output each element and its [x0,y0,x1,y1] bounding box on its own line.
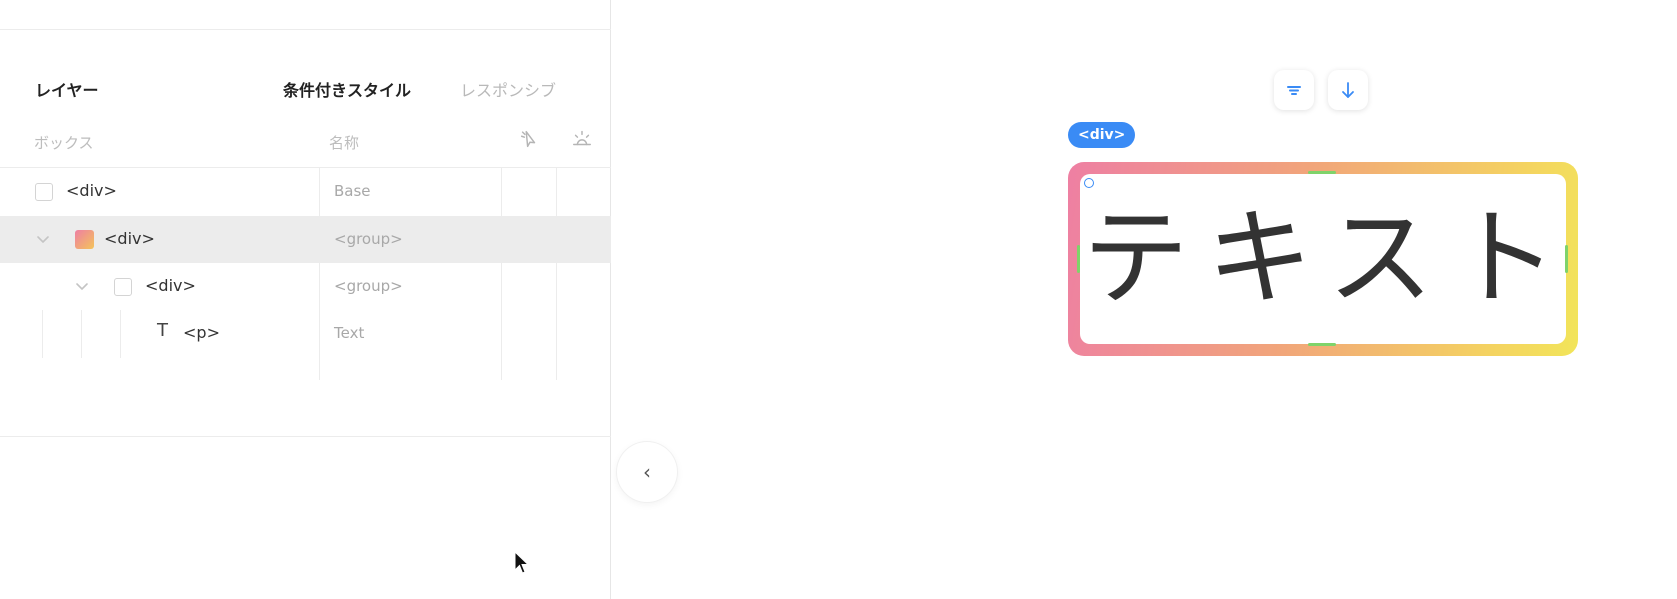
layer-row-group-selected[interactable]: <div> <group> [0,216,611,263]
divider [0,29,611,30]
selected-element-tag: <div> [1068,122,1136,148]
layer-name[interactable]: Base [334,182,371,200]
tab-conditional-styles[interactable]: 条件付きスタイル [283,77,411,101]
resize-handle-left[interactable] [1077,245,1080,273]
layer-label: <div> [145,276,196,295]
chevron-down-icon[interactable] [35,232,51,246]
move-down-button[interactable] [1328,70,1368,110]
tab-layers[interactable]: レイヤー [35,77,99,101]
layer-label: <div> [66,181,117,200]
tree-guide-line [81,310,82,358]
layer-label: <p> [183,323,220,342]
align-button[interactable] [1274,70,1314,110]
layer-checkbox[interactable] [114,278,132,296]
tab-responsive[interactable]: レスポンシブ [460,77,556,101]
layer-name[interactable]: <group> [334,230,403,248]
align-icon [1287,86,1301,95]
collapse-panel-button[interactable]: ‹ [617,442,677,502]
layer-name[interactable]: <group> [334,277,403,295]
layer-row-text[interactable]: T <p> Text [0,310,611,357]
chevron-left-icon: ‹ [643,460,651,484]
gradient-swatch-icon [75,230,94,249]
resize-handle-right[interactable] [1565,245,1568,273]
column-divider [556,168,557,380]
radius-handle[interactable] [1084,178,1094,188]
layer-checkbox[interactable] [35,183,53,201]
cursor-pointer-icon[interactable] [518,128,540,150]
column-divider [319,168,320,380]
text-T-icon: T [157,320,168,341]
arrow-down-icon [1342,82,1354,98]
resize-handle-top[interactable] [1308,171,1336,174]
column-header-name: 名称 [329,134,360,152]
layer-name[interactable]: Text [334,324,364,342]
tree-guide-line [42,310,43,358]
column-divider [501,168,502,380]
layer-row-group[interactable]: <div> <group> [0,263,611,310]
divider [0,436,611,437]
inner-div-box[interactable]: テキスト [1080,174,1566,344]
tree-guide-line [120,310,121,358]
mouse-pointer-icon [514,551,530,574]
resize-handle-bottom[interactable] [1308,343,1336,346]
selected-div-box[interactable]: テキスト [1068,162,1578,356]
layer-row-base[interactable]: <div> Base [0,168,611,215]
bulk-sparkle-icon[interactable] [571,128,593,150]
column-header-box: ボックス [34,134,94,152]
layers-panel: レイヤー 条件付きスタイル レスポンシブ ボックス 名称 <div> Base … [0,0,611,599]
content-text[interactable]: テキスト [1071,206,1576,312]
chevron-down-icon[interactable] [74,279,90,293]
layer-label: <div> [104,229,155,248]
